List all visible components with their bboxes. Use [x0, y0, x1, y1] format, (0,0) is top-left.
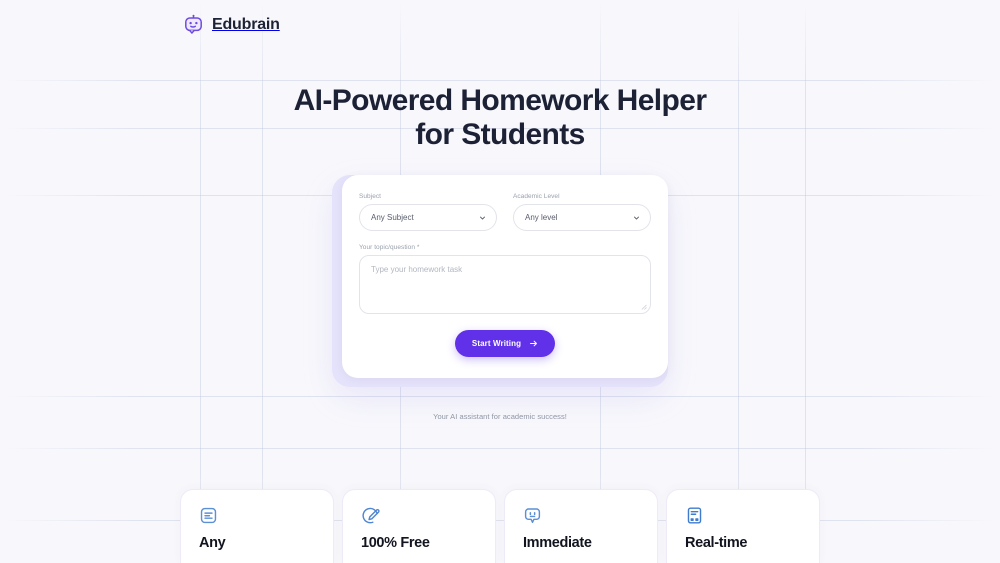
grid-line-vertical — [200, 0, 201, 563]
resize-handle-icon[interactable] — [640, 303, 647, 310]
homework-form-frame: Subject Any Subject Academic Level Any l… — [332, 175, 668, 387]
notebook-icon — [687, 507, 702, 524]
form-row-selects: Subject Any Subject Academic Level Any l… — [359, 193, 651, 231]
form-actions: Start Writing — [359, 330, 651, 357]
academic-level-select[interactable]: Any level — [513, 204, 651, 231]
grid-line-vertical — [738, 0, 739, 563]
feature-card-realtime[interactable]: Real-time — [666, 489, 820, 563]
grid-line-horizontal — [0, 448, 1000, 449]
start-writing-label: Start Writing — [471, 339, 522, 348]
topic-placeholder: Type your homework task — [371, 265, 463, 274]
subject-field-group: Subject Any Subject — [359, 193, 497, 231]
feature-card-free[interactable]: 100% Free — [342, 489, 496, 563]
topic-field-group: Your topic/question * Type your homework… — [359, 244, 651, 314]
academic-level-label: Academic Level — [513, 193, 560, 200]
feature-title: Immediate — [523, 535, 592, 551]
document-lines-icon — [200, 507, 217, 524]
feature-card-any[interactable]: Any — [180, 489, 334, 563]
subject-value: Any Subject — [371, 213, 414, 222]
topic-label: Your topic/question * — [359, 244, 420, 251]
feature-title: Any — [199, 535, 226, 551]
topic-textarea[interactable]: Type your homework task — [359, 255, 651, 314]
grid-line-vertical — [262, 0, 263, 563]
site-header: Edubrain — [0, 0, 1000, 50]
chat-bubble-face-icon — [524, 508, 541, 524]
pencil-circle-icon — [362, 507, 380, 524]
start-writing-button[interactable]: Start Writing — [454, 330, 556, 357]
brand-logo-link[interactable]: Edubrain — [183, 14, 280, 35]
arrow-right-icon — [530, 340, 538, 347]
tagline-text: Your AI assistant for academic success! — [433, 412, 567, 421]
academic-level-value: Any level — [525, 213, 558, 222]
page-title: AI-Powered Homework Helper for Students — [293, 84, 707, 151]
brand-name: Edubrain — [212, 15, 280, 33]
subject-label: Subject — [359, 193, 382, 200]
feature-card-list: Any 100% Free Immediate Real-time — [180, 489, 820, 563]
homework-form-card: Subject Any Subject Academic Level Any l… — [342, 175, 668, 378]
subject-select[interactable]: Any Subject — [359, 204, 497, 231]
feature-title: Real-time — [685, 535, 748, 551]
feature-card-immediate[interactable]: Immediate — [504, 489, 658, 563]
feature-title: 100% Free — [361, 535, 430, 551]
grid-line-horizontal — [0, 396, 1000, 397]
chevron-down-icon — [634, 216, 639, 220]
grid-line-vertical — [805, 0, 806, 563]
hero-section: AI-Powered Homework Helper for Students — [285, 84, 715, 152]
grid-line-horizontal — [0, 80, 1000, 81]
robot-head-icon — [185, 14, 202, 34]
chevron-down-icon — [480, 216, 485, 220]
academic-level-field-group: Academic Level Any level — [513, 193, 651, 231]
